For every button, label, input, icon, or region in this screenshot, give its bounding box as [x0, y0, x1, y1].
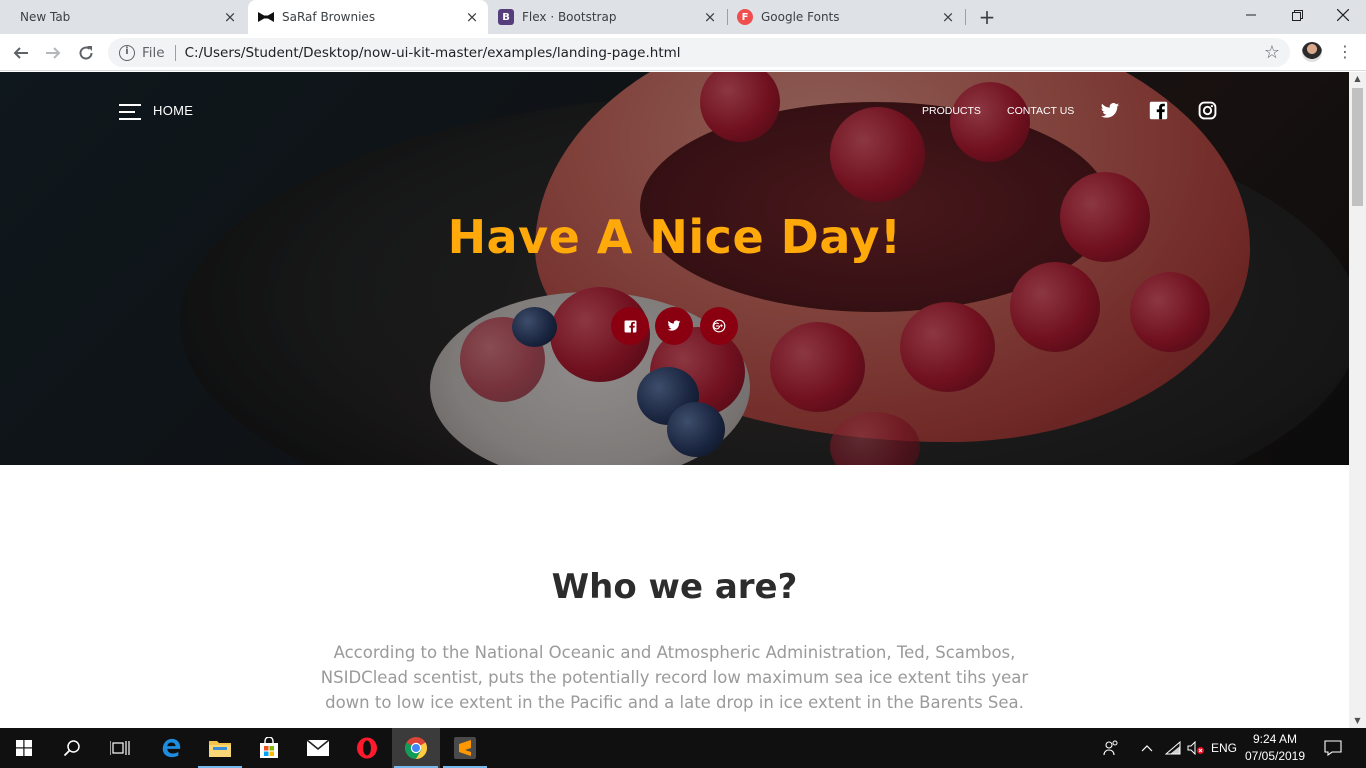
bootstrap-favicon-icon: B	[498, 9, 514, 25]
star-icon[interactable]: ☆	[1264, 42, 1280, 63]
forward-icon[interactable]	[40, 40, 66, 66]
task-view-icon[interactable]	[96, 728, 144, 768]
bow-tie-favicon-icon	[258, 9, 274, 25]
scroll-thumb[interactable]	[1352, 88, 1363, 206]
twitter-icon[interactable]	[1100, 101, 1120, 121]
nav-products-link[interactable]: PRODUCTS	[922, 105, 981, 117]
volume-muted-icon[interactable]	[1184, 728, 1208, 768]
minimize-icon[interactable]	[1228, 0, 1274, 30]
people-icon[interactable]	[1098, 728, 1124, 768]
language-indicator[interactable]: ENG	[1208, 728, 1240, 768]
opera-icon[interactable]	[343, 728, 391, 768]
tab-saraf-brownies[interactable]: SaRaf Brownies ×	[248, 0, 488, 34]
tab-strip: New Tab × SaRaf Brownies × B Flex · Boot…	[0, 0, 1366, 34]
chrome-icon[interactable]	[392, 728, 440, 768]
store-icon[interactable]	[245, 728, 293, 768]
clock-date: 07/05/2019	[1244, 749, 1306, 763]
maximize-icon[interactable]	[1274, 0, 1320, 30]
reload-icon[interactable]	[73, 40, 99, 66]
close-icon[interactable]	[1320, 0, 1366, 30]
sublime-text-icon[interactable]	[441, 728, 489, 768]
tab-close-icon[interactable]: ×	[940, 9, 956, 25]
tab-title: Google Fonts	[761, 10, 840, 24]
twitter-share-button[interactable]	[655, 307, 693, 345]
google-fonts-favicon-icon: F	[737, 9, 753, 25]
edge-icon[interactable]	[147, 728, 195, 768]
facebook-icon	[624, 320, 636, 332]
tab-new-tab[interactable]: New Tab ×	[8, 0, 246, 34]
tab-close-icon[interactable]: ×	[702, 9, 718, 25]
twitter-icon	[667, 320, 681, 331]
nav-home-link[interactable]: HOME	[153, 103, 193, 118]
system-clock[interactable]: 9:24 AM 07/05/2019	[1237, 731, 1313, 765]
menu-icon[interactable]: ⋮	[1337, 42, 1353, 62]
mail-icon[interactable]	[294, 728, 342, 768]
scroll-down-icon[interactable]: ▼	[1349, 714, 1366, 728]
section-description: According to the National Oceanic and At…	[320, 643, 1029, 712]
file-scheme-label: File	[142, 44, 165, 61]
tab-title: Flex · Bootstrap	[522, 10, 617, 24]
tab-separator	[965, 9, 966, 25]
tab-close-icon[interactable]: ×	[222, 9, 238, 25]
info-icon[interactable]: i	[119, 44, 135, 61]
google-plus-icon	[712, 319, 726, 333]
hero-overlay	[0, 72, 1349, 465]
address-bar[interactable]: i File C:/Users/Student/Desktop/now-ui-k…	[108, 38, 1290, 67]
scroll-up-icon[interactable]: ▲	[1349, 72, 1366, 86]
facebook-icon[interactable]	[1149, 101, 1169, 121]
tab-close-icon[interactable]: ×	[464, 9, 480, 25]
wifi-icon[interactable]	[1161, 728, 1185, 768]
search-icon[interactable]	[48, 728, 96, 768]
address-divider	[174, 44, 176, 61]
hero-title: Have A Nice Day!	[447, 210, 902, 264]
back-icon[interactable]	[8, 40, 34, 66]
tab-flex-bootstrap[interactable]: B Flex · Bootstrap ×	[490, 0, 726, 34]
notifications-icon[interactable]	[1318, 728, 1348, 768]
hero-section: HOME PRODUCTS CONTACT US Have A Nice Day…	[0, 72, 1349, 465]
google-plus-share-button[interactable]	[700, 307, 738, 345]
taskbar: ENG 9:24 AM 07/05/2019	[0, 728, 1366, 768]
new-tab-icon[interactable]: +	[975, 6, 999, 28]
section-title: Who we are?	[551, 567, 798, 607]
tab-title: New Tab	[20, 10, 71, 24]
page-scrollbar[interactable]: ▲ ▼	[1349, 72, 1366, 728]
clock-time: 9:24 AM	[1252, 732, 1298, 746]
url-text[interactable]: C:/Users/Student/Desktop/now-ui-kit-mast…	[185, 45, 681, 61]
nav-contact-link[interactable]: CONTACT US	[1007, 105, 1074, 117]
browser-toolbar: i File C:/Users/Student/Desktop/now-ui-k…	[0, 34, 1366, 71]
chevron-up-icon[interactable]	[1136, 728, 1158, 768]
instagram-icon[interactable]	[1198, 101, 1218, 121]
profile-avatar[interactable]	[1302, 42, 1322, 62]
tab-google-fonts[interactable]: F Google Fonts ×	[728, 0, 964, 34]
windows-start-icon[interactable]	[0, 728, 48, 768]
menu-toggle-icon[interactable]	[119, 103, 141, 121]
file-explorer-icon[interactable]	[196, 728, 244, 768]
tab-title: SaRaf Brownies	[282, 10, 376, 24]
page-viewport: HOME PRODUCTS CONTACT US Have A Nice Day…	[0, 72, 1349, 728]
facebook-share-button[interactable]	[611, 307, 649, 345]
